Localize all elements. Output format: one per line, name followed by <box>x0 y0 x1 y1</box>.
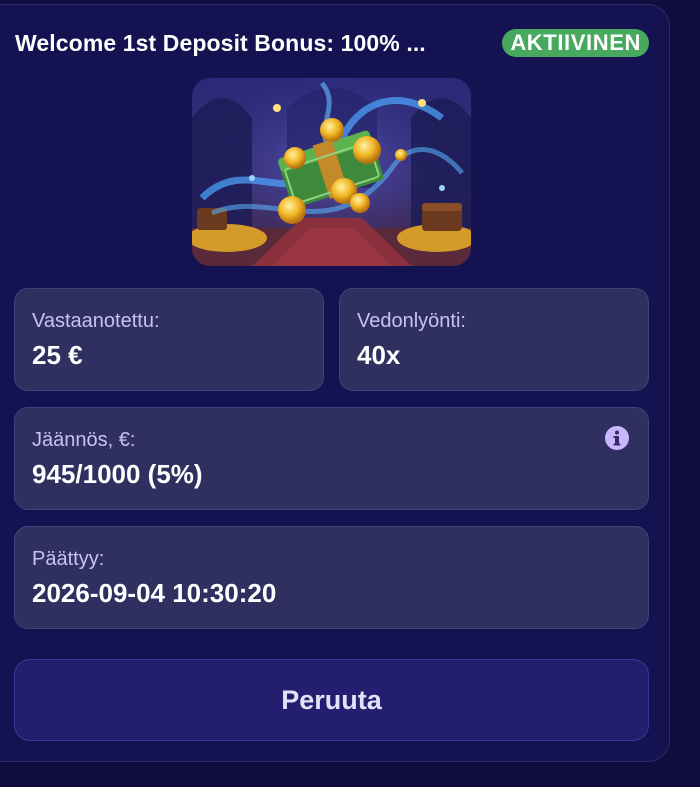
expires-value: 2026-09-04 10:30:20 <box>32 578 277 608</box>
remaining-box: Jäännös, €: 945/1000 (5%) <box>14 407 649 510</box>
expires-box: Päättyy: 2026-09-04 10:30:20 <box>14 526 649 629</box>
bonus-banner-image <box>192 78 471 266</box>
remaining-value: 945/1000 (5%) <box>32 459 203 489</box>
wagering-box: Vedonlyönti: 40x <box>339 288 649 391</box>
received-label: Vastaanotettu: <box>32 310 160 332</box>
status-badge: AKTIIVINEN <box>502 29 649 57</box>
treasure-money-illustration <box>192 78 471 266</box>
wagering-label: Vedonlyönti: <box>357 310 466 332</box>
received-box: Vastaanotettu: 25 € <box>14 288 324 391</box>
expires-label: Päättyy: <box>32 548 105 570</box>
bonus-header: Welcome 1st Deposit Bonus: 100% ... AKTI… <box>15 27 655 59</box>
received-value: 25 € <box>32 340 83 370</box>
remaining-label: Jäännös, €: <box>32 429 136 451</box>
cancel-button[interactable]: Peruuta <box>14 659 649 741</box>
info-circle-icon[interactable] <box>604 425 630 451</box>
wagering-value: 40x <box>357 340 401 370</box>
bonus-title: Welcome 1st Deposit Bonus: 100% ... <box>15 29 426 56</box>
